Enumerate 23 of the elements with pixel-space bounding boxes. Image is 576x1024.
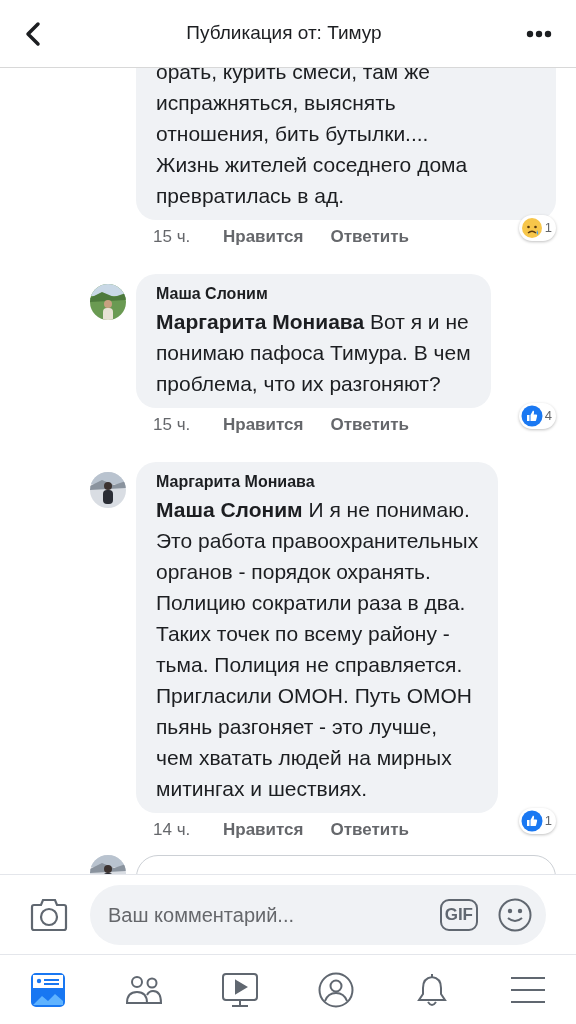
reply-link[interactable]: Ответить xyxy=(330,412,410,438)
comment-time: 15 ч. xyxy=(153,226,192,249)
comment-author[interactable]: Маша Слоним xyxy=(156,282,471,306)
comment-time: 14 ч. xyxy=(153,819,192,842)
like-link[interactable]: Нравится xyxy=(223,412,304,438)
gif-button[interactable]: GIF xyxy=(439,898,478,931)
page-title: Публикация от: Тимур xyxy=(186,21,382,46)
comment-text: Маргарита Мониава Вот я и не понимаю пафоса Тимура. В чем проблема, что их разгоняют? xyxy=(156,309,471,397)
like-link[interactable]: Нравится xyxy=(223,817,304,843)
reaction-count: 1 xyxy=(544,812,552,831)
comment-text: Маша Слоним И я не понимаю. Это работа правоохранительных органов - порядок охранять. Полицию сократили раза в два. Таких точек по всему району - тьма. Полиция не справляется. Пригласили ОМОН. Путь ОМОН пьянь разгоняет - это лучше, чем хватать людей на мирных митингах и шествиях. xyxy=(156,497,479,802)
reaction-count: 4 xyxy=(544,407,552,426)
reaction-badge[interactable]: 1 xyxy=(518,215,556,241)
like-link[interactable]: Нравится xyxy=(223,224,304,250)
comment-text: орать, курить смеси, там же испражняться, выяснять отношения, бить бутылки.... Жизнь жителей соседнего дома превратилась в ад. xyxy=(156,68,469,209)
reaction-badge[interactable]: 1 xyxy=(518,808,556,834)
reply-link[interactable]: Ответить xyxy=(330,817,410,843)
comment-field[interactable]: Ваш комментарий... GIF xyxy=(90,884,546,945)
comment-author[interactable]: Маргарита Мониава xyxy=(156,470,479,494)
reaction-count: 1 xyxy=(544,219,552,238)
reaction-badge[interactable]: 4 xyxy=(518,403,556,429)
reply-link[interactable]: Ответить xyxy=(330,224,410,250)
comment-time: 15 ч. xyxy=(153,414,192,437)
